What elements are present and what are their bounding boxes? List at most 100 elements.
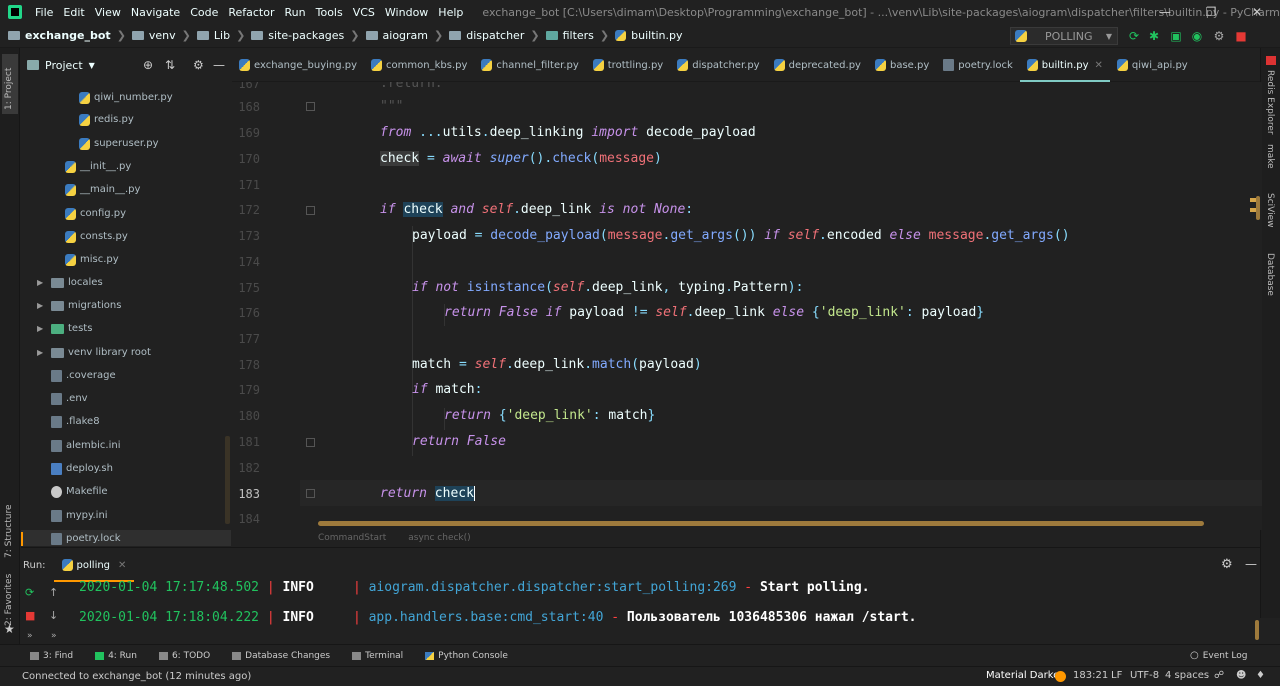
- inspector-icon[interactable]: ☻: [1236, 670, 1246, 681]
- rerun-icon[interactable]: ⟳: [1127, 29, 1141, 43]
- more-actions-icon[interactable]: »: [51, 631, 57, 641]
- menu-window[interactable]: Window: [380, 6, 433, 19]
- arrow-up-icon[interactable]: ↑: [49, 586, 58, 599]
- tree-item[interactable]: .coverage: [51, 364, 116, 387]
- caret-position[interactable]: 183:21: [1073, 670, 1108, 681]
- editor-horizontal-scrollbar[interactable]: [318, 521, 1204, 526]
- fold-marker-icon[interactable]: [306, 438, 315, 447]
- tab-channel-filter[interactable]: channel_filter.py: [474, 48, 585, 82]
- dropdown-arrow-icon[interactable]: ▼: [89, 61, 95, 70]
- gear-icon[interactable]: ⚙: [1221, 557, 1233, 572]
- tree-item[interactable]: __main__.py: [65, 178, 140, 201]
- editor-breadcrumb-class[interactable]: CommandStart: [318, 533, 386, 543]
- tree-folder[interactable]: ▶ tests: [37, 317, 92, 340]
- tree-item[interactable]: superuser.py: [79, 132, 159, 155]
- menu-help[interactable]: Help: [433, 6, 468, 19]
- find-tool-button[interactable]: 3: Find: [30, 651, 73, 661]
- tab-exchange-buying[interactable]: exchange_buying.py: [232, 48, 364, 82]
- breadcrumb-dispatcher[interactable]: dispatcher ❯: [443, 29, 540, 42]
- editor-breadcrumb-method[interactable]: async check(): [408, 533, 470, 543]
- tree-item[interactable]: alembic.ini: [51, 434, 121, 457]
- chevron-right-icon[interactable]: ▶: [37, 324, 51, 333]
- close-tab-icon[interactable]: ✕: [118, 560, 126, 571]
- close-tab-icon[interactable]: ✕: [1095, 60, 1103, 71]
- tab-dispatcher[interactable]: dispatcher.py: [670, 48, 766, 82]
- tree-item[interactable]: redis.py: [79, 108, 134, 131]
- menu-tools[interactable]: Tools: [311, 6, 348, 19]
- stop-icon[interactable]: ■: [1234, 29, 1248, 43]
- tree-item[interactable]: Makefile: [51, 480, 108, 503]
- tree-folder[interactable]: ▶ venv library root: [37, 341, 151, 364]
- console-scrollbar[interactable]: [1255, 620, 1259, 640]
- chevron-right-icon[interactable]: ▶: [37, 348, 51, 357]
- coverage-icon[interactable]: ▣: [1169, 29, 1183, 43]
- breadcrumb-filters[interactable]: filters ❯: [540, 29, 609, 42]
- chevron-right-icon[interactable]: ▶: [37, 278, 51, 287]
- tree-item[interactable]: config.py: [65, 202, 126, 225]
- tree-item[interactable]: qiwi_number.py: [79, 86, 173, 109]
- breadcrumb-lib[interactable]: Lib ❯: [191, 29, 245, 42]
- fold-marker-icon[interactable]: [306, 102, 315, 111]
- stop-icon[interactable]: ■: [25, 609, 35, 622]
- database-changes-tool-button[interactable]: Database Changes: [232, 651, 330, 661]
- tab-builtin[interactable]: builtin.py ✕: [1019, 48, 1111, 82]
- fold-marker-icon[interactable]: [306, 489, 315, 498]
- menu-refactor[interactable]: Refactor: [223, 6, 279, 19]
- menu-run[interactable]: Run: [280, 6, 311, 19]
- breadcrumb-file[interactable]: builtin.py: [609, 29, 683, 42]
- tab-qiwi-api[interactable]: qiwi_api.py: [1110, 48, 1195, 82]
- gear-icon[interactable]: ⚙: [193, 58, 204, 72]
- run-tool-button[interactable]: 4: Run: [95, 651, 137, 661]
- breadcrumb-site-packages[interactable]: site-packages ❯: [245, 29, 360, 42]
- tree-item[interactable]: misc.py: [65, 248, 119, 271]
- menu-navigate[interactable]: Navigate: [126, 6, 185, 19]
- menu-file[interactable]: File: [30, 6, 58, 19]
- tab-common-kbs[interactable]: common_kbs.py: [364, 48, 474, 82]
- favorites-tool-label[interactable]: 2: Favorites: [4, 574, 14, 626]
- menu-code[interactable]: Code: [185, 6, 223, 19]
- python-console-tool-button[interactable]: Python Console: [425, 651, 508, 661]
- more-actions-icon[interactable]: »: [27, 631, 33, 641]
- menu-vcs[interactable]: VCS: [348, 6, 380, 19]
- close-window-icon[interactable]: ✕: [1234, 0, 1280, 24]
- status-message[interactable]: Connected to exchange_bot (12 minutes ag…: [22, 671, 251, 682]
- database-label[interactable]: Database: [1265, 253, 1275, 296]
- tree-item[interactable]: deploy.sh: [51, 457, 113, 480]
- chevron-right-icon[interactable]: ▶: [37, 301, 51, 310]
- todo-tool-button[interactable]: 6: TODO: [158, 651, 210, 661]
- sciview-label[interactable]: SciView: [1265, 193, 1275, 228]
- notifications-icon[interactable]: ♦: [1256, 670, 1265, 681]
- hide-icon[interactable]: —: [213, 58, 225, 72]
- run-tab-polling[interactable]: polling ✕: [53, 548, 135, 582]
- breadcrumb-project[interactable]: exchange_bot ❯: [0, 29, 126, 42]
- locate-icon[interactable]: ⊕: [143, 58, 153, 72]
- tree-item[interactable]: poetry.lock: [51, 527, 121, 546]
- build-icon[interactable]: ⚙: [1212, 29, 1226, 43]
- menu-edit[interactable]: Edit: [58, 6, 89, 19]
- menu-view[interactable]: View: [90, 6, 126, 19]
- breadcrumb-venv[interactable]: venv ❯: [126, 29, 191, 42]
- structure-tool-label[interactable]: 7: Structure: [4, 505, 14, 559]
- file-encoding[interactable]: UTF-8: [1130, 670, 1159, 681]
- breadcrumb-aiogram[interactable]: aiogram ❯: [360, 29, 443, 42]
- tab-deprecated[interactable]: deprecated.py: [767, 48, 868, 82]
- arrow-down-icon[interactable]: ↓: [49, 609, 58, 622]
- terminal-tool-button[interactable]: Terminal: [352, 651, 403, 661]
- tree-folder[interactable]: ▶ migrations: [37, 294, 121, 317]
- minimize-icon[interactable]: —: [1142, 0, 1188, 24]
- redis-explorer-label[interactable]: Redis Explorer: [1265, 70, 1275, 135]
- project-tool-label[interactable]: 1: Project: [4, 68, 14, 110]
- collapse-all-icon[interactable]: ⇅: [165, 58, 175, 72]
- restore-icon[interactable]: ❐: [1188, 0, 1234, 24]
- make-label[interactable]: make: [1265, 144, 1275, 169]
- event-log-button[interactable]: ○ Event Log: [1190, 650, 1247, 661]
- tab-trottling[interactable]: trottling.py: [586, 48, 670, 82]
- project-scrollbar[interactable]: [225, 436, 230, 524]
- rerun-icon[interactable]: ⟳: [25, 586, 34, 599]
- tree-item[interactable]: .flake8: [51, 410, 100, 433]
- tree-item[interactable]: .env: [51, 387, 88, 410]
- tab-base[interactable]: base.py: [868, 48, 936, 82]
- code-editor[interactable]: 167 168 169 170 171 172 173 174 175 176 …: [232, 82, 1262, 530]
- lock-icon[interactable]: ☍: [1214, 670, 1224, 681]
- project-panel-title[interactable]: Project: [45, 59, 83, 72]
